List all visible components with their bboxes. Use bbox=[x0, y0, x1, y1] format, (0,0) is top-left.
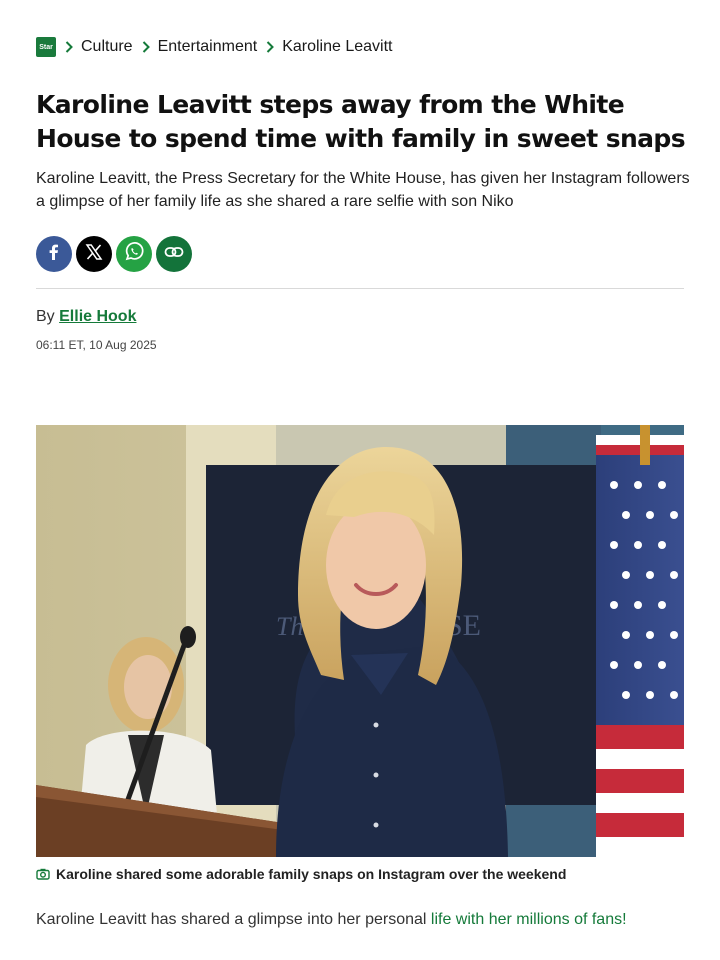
author-link[interactable]: Ellie Hook bbox=[59, 308, 136, 325]
x-icon bbox=[85, 243, 103, 266]
facebook-icon bbox=[45, 243, 63, 266]
breadcrumb-item-entertainment[interactable]: Entertainment bbox=[158, 38, 258, 56]
share-bar bbox=[36, 236, 192, 272]
article-title: Karoline Leavitt steps away from the Whi… bbox=[36, 90, 686, 153]
byline-prefix: By bbox=[36, 308, 55, 325]
chevron-right-icon bbox=[142, 41, 150, 53]
body-inline-link[interactable]: life with her millions of fans! bbox=[431, 911, 627, 928]
byline: By Ellie Hook bbox=[36, 308, 136, 326]
breadcrumb-item-karoline-leavitt[interactable]: Karoline Leavitt bbox=[282, 38, 392, 56]
article-body-paragraph: Karoline Leavitt has shared a glimpse in… bbox=[36, 908, 696, 932]
breadcrumb: Star Culture Entertainment Karoline Leav… bbox=[36, 36, 392, 58]
whatsapp-icon bbox=[123, 241, 145, 268]
publish-date: 06:11 ET, 10 Aug 2025 bbox=[36, 338, 157, 352]
breadcrumb-item-culture[interactable]: Culture bbox=[81, 38, 133, 56]
caption-text: Karoline shared some adorable family sna… bbox=[56, 866, 567, 882]
article-standfirst: Karoline Leavitt, the Press Secretary fo… bbox=[36, 170, 690, 210]
camera-icon bbox=[36, 868, 50, 880]
chevron-right-icon bbox=[266, 41, 275, 53]
link-icon bbox=[163, 241, 185, 268]
chevron-right-icon bbox=[65, 41, 73, 53]
site-logo[interactable]: Star bbox=[36, 37, 56, 57]
share-whatsapp-button[interactable] bbox=[116, 236, 152, 272]
share-facebook-button[interactable] bbox=[36, 236, 72, 272]
hero-image[interactable]: The SE bbox=[36, 425, 684, 857]
hero-photo-illustration: The SE bbox=[36, 425, 684, 857]
share-x-button[interactable] bbox=[76, 236, 112, 272]
copy-link-button[interactable] bbox=[156, 236, 192, 272]
body-text-start: Karoline Leavitt has shared a glimpse in… bbox=[36, 911, 431, 928]
image-caption: Karoline shared some adorable family sna… bbox=[36, 866, 566, 882]
divider bbox=[36, 288, 684, 289]
